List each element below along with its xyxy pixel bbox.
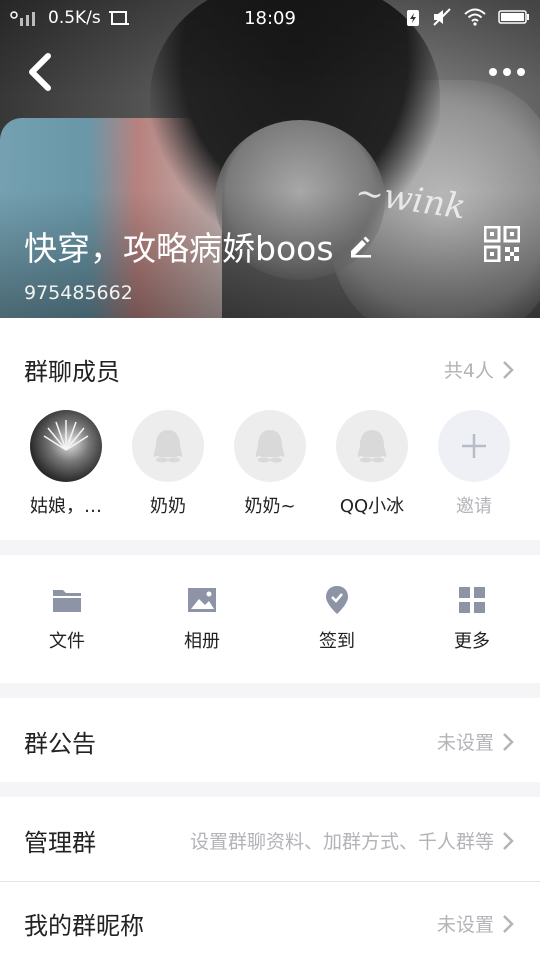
member-item[interactable]: 奶奶	[123, 410, 213, 518]
announcement-value-wrap: 未设置	[437, 728, 516, 755]
fan-avatar-icon	[43, 420, 89, 451]
announcement-row[interactable]: 群公告 未设置	[0, 698, 540, 782]
checkin-icon	[326, 586, 348, 614]
manage-value: 设置群聊资料、加群方式、千人群等	[189, 831, 494, 853]
default-avatar-icon	[255, 430, 285, 463]
tools-section: 文件 相册 签到 更多	[0, 555, 540, 683]
chevron-right-icon	[503, 914, 514, 933]
nickname-value: 未设置	[436, 914, 494, 936]
chevron-right-icon	[503, 831, 514, 850]
tool-files[interactable]: 文件	[17, 585, 117, 653]
default-avatar-icon	[357, 430, 387, 463]
members-section: 群聊成员 共4人 姑娘，… 奶奶 奶奶~ QQ小冰 邀请	[0, 318, 540, 540]
manage-value-wrap: 设置群聊资料、加群方式、千人群等	[190, 827, 516, 854]
group-id: 975485662	[24, 282, 133, 304]
avatar	[234, 410, 306, 482]
avatar	[30, 410, 102, 482]
nickname-title: 我的群昵称	[24, 912, 144, 940]
member-name: 奶奶~	[244, 496, 296, 517]
members-count-link[interactable]: 共4人	[444, 356, 516, 383]
plus-icon	[462, 434, 486, 458]
members-count: 共4人	[443, 360, 494, 382]
tool-label: 文件	[49, 631, 85, 652]
tool-checkin[interactable]: 签到	[287, 585, 387, 653]
group-name: 快穿，攻略病娇boos	[24, 229, 334, 268]
battery-icon	[498, 10, 529, 24]
members-title: 群聊成员	[24, 358, 120, 386]
group-cover[interactable]: ~wink	[0, 0, 540, 318]
manage-group-row[interactable]: 管理群 设置群聊资料、加群方式、千人群等	[0, 797, 540, 881]
member-name: 奶奶	[150, 496, 186, 517]
mute-icon	[433, 8, 451, 26]
announcement-title: 群公告	[24, 730, 96, 758]
tool-album[interactable]: 相册	[152, 585, 252, 653]
tool-more[interactable]: 更多	[422, 585, 522, 653]
status-bar: 0.5K/s 18:09	[0, 0, 540, 36]
grid-icon	[459, 587, 485, 613]
avatar	[336, 410, 408, 482]
tool-label: 签到	[319, 631, 355, 652]
cover-shade	[0, 0, 540, 318]
invite-avatar	[438, 410, 510, 482]
nickname-row[interactable]: 我的群昵称 未设置	[0, 882, 540, 960]
qr-code-icon[interactable]	[484, 226, 520, 262]
edit-icon[interactable]	[348, 234, 372, 258]
image-icon	[188, 588, 216, 612]
chevron-right-icon	[503, 360, 514, 379]
back-icon[interactable]	[22, 50, 62, 94]
tool-label: 更多	[454, 631, 490, 652]
more-icon[interactable]	[488, 62, 526, 82]
announcement-value: 未设置	[436, 732, 494, 754]
nickname-value-wrap: 未设置	[437, 910, 516, 937]
member-item[interactable]: QQ小冰	[327, 410, 417, 518]
member-name: 姑娘，…	[30, 496, 102, 517]
battery-saver-icon	[407, 10, 419, 26]
folder-icon	[53, 590, 81, 612]
wifi-icon	[464, 8, 486, 26]
tool-label: 相册	[184, 631, 220, 652]
invite-label: 邀请	[456, 496, 492, 517]
chevron-right-icon	[503, 732, 514, 751]
member-item[interactable]: 奶奶~	[225, 410, 315, 518]
default-avatar-icon	[153, 430, 183, 463]
member-name: QQ小冰	[339, 496, 405, 517]
avatar	[132, 410, 204, 482]
invite-button[interactable]: 邀请	[429, 410, 519, 518]
member-item[interactable]: 姑娘，…	[21, 410, 111, 518]
manage-title: 管理群	[24, 829, 96, 857]
group-title[interactable]: 快穿，攻略病娇boos	[24, 222, 372, 270]
